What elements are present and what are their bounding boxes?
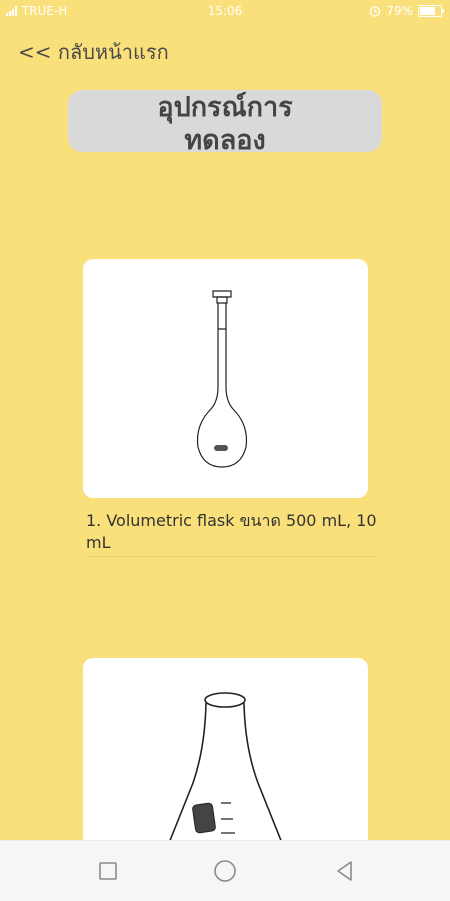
equipment-caption-1: 1. Volumetric flask ขนาด 500 mL, 10 mL: [86, 511, 377, 552]
equipment-card-2: [83, 658, 368, 858]
page-title: อุปกรณ์การ ทดลอง: [68, 90, 382, 152]
battery-percent: 79%: [386, 4, 413, 18]
alarm-icon: [370, 6, 381, 17]
battery-icon: [418, 5, 444, 17]
back-to-home-link[interactable]: << กลับหน้าแรก: [18, 36, 169, 68]
system-nav-bar: [0, 840, 450, 901]
recents-square-icon[interactable]: [96, 859, 120, 883]
page-title-line2: ทดลอง: [184, 125, 266, 152]
home-circle-icon[interactable]: [213, 859, 237, 883]
back-triangle-icon[interactable]: [333, 859, 357, 883]
volumetric-flask-drawing: [196, 290, 248, 468]
erlenmeyer-flask-drawing: [162, 692, 289, 858]
page-title-line1: อุปกรณ์การ: [157, 92, 293, 123]
equipment-card-1: [83, 259, 368, 498]
status-bar: TRUE-H 15:06 79%: [0, 0, 450, 24]
caption-divider: [86, 556, 378, 557]
